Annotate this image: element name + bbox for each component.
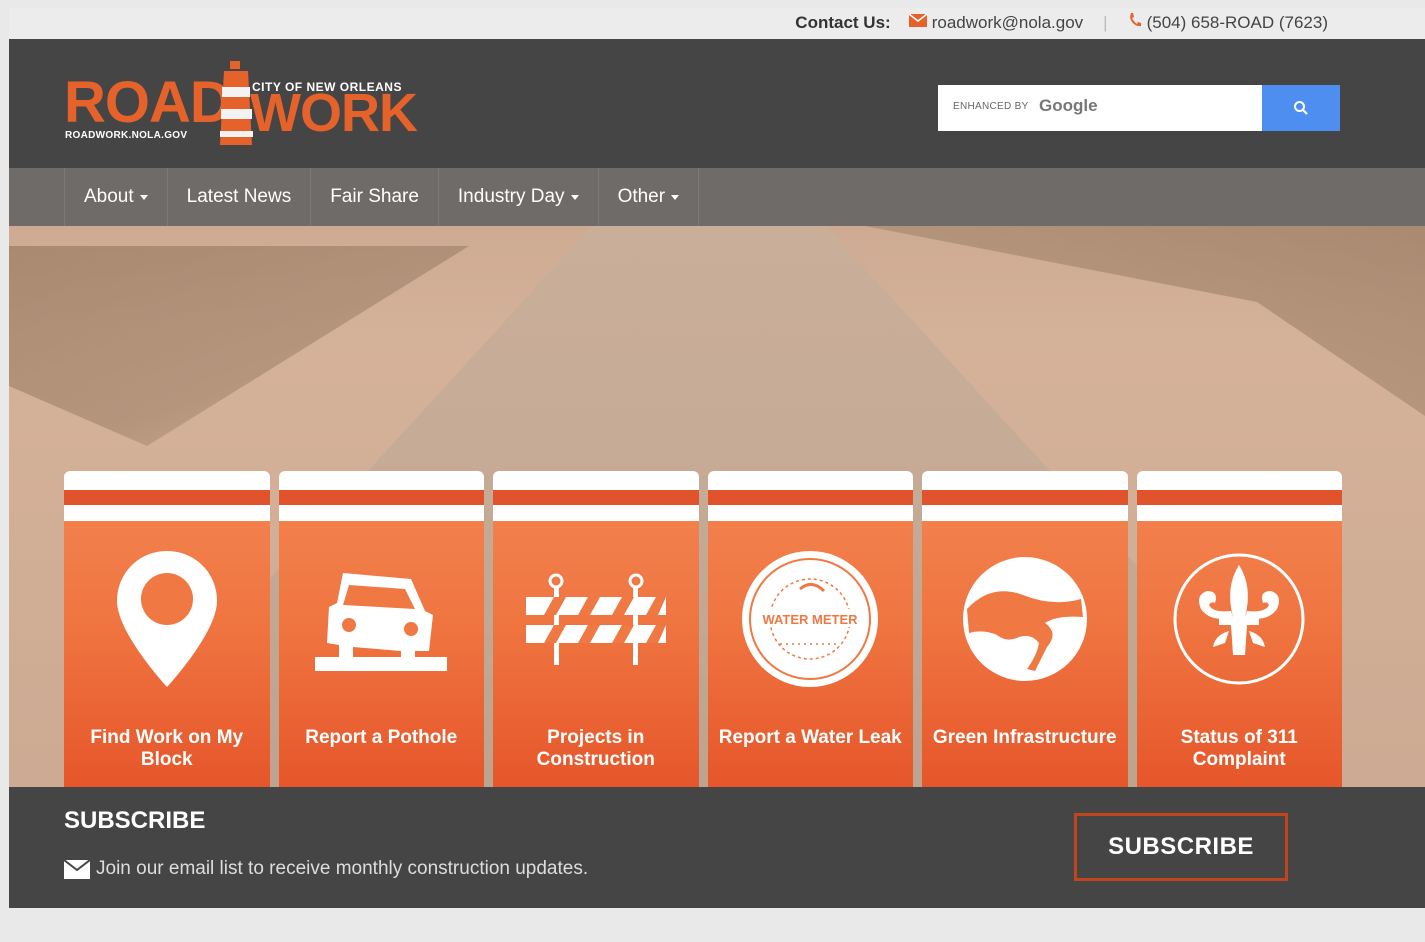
contact-divider: |: [1103, 12, 1108, 32]
tile-stripe: [1136, 490, 1342, 505]
tile-report-pothole[interactable]: Report a Pothole: [278, 471, 484, 787]
tile-stripe: [278, 471, 484, 490]
subscribe-section: SUBSCRIBE Join our email list to receive…: [9, 787, 1425, 908]
tile-stripe: [922, 505, 1128, 521]
tile-stripe: [493, 490, 699, 505]
nav-item-label: Latest News: [186, 186, 292, 207]
subscribe-heading: SUBSCRIBE: [64, 807, 206, 834]
phone-icon: [1128, 12, 1142, 33]
tile-projects-construction[interactable]: Projects in Construction: [493, 471, 699, 787]
tile-label: Report a Pothole: [305, 727, 458, 748]
tile-stripe: [493, 505, 699, 521]
envelope-icon: [908, 12, 928, 32]
contact-bar: Contact Us: roadwork@nola.gov | (504) 65…: [9, 8, 1425, 39]
tile-find-work[interactable]: Find Work on My Block: [64, 471, 270, 787]
car-pothole-icon: [311, 549, 451, 689]
subscribe-text: Join our email list to receive monthly c…: [96, 858, 589, 879]
tile-stripe: [707, 471, 913, 490]
logo-road-text: ROAD: [64, 70, 232, 135]
logo-work-text: WORK: [250, 83, 418, 143]
contact-info: Contact Us: roadwork@nola.gov | (504) 65…: [795, 12, 1328, 33]
quick-links: Find Work on My Block Report a Pothole P…: [64, 471, 1342, 787]
subscribe-button[interactable]: SUBSCRIBE: [1074, 813, 1288, 881]
search-enhanced-label: ENHANCED BY: [953, 101, 1029, 112]
fleur-de-lis-icon: [1169, 549, 1309, 689]
roadwork-logo[interactable]: ROAD CITY OF NEW ORLEANS WORK ROADWORK.N…: [64, 61, 424, 151]
site-header: ROAD CITY OF NEW ORLEANS WORK ROADWORK.N…: [9, 39, 1425, 168]
contact-label: Contact Us:: [795, 12, 891, 32]
main-nav: About Latest News Fair Share Industry Da…: [9, 168, 1425, 226]
nav-item-label: Industry Day: [457, 186, 565, 207]
google-label: Google: [1039, 96, 1098, 115]
tile-stripe: [64, 505, 270, 521]
tile-label: Status of 311 Complaint: [1180, 727, 1298, 770]
map-pin-icon: [97, 549, 237, 689]
barricade-icon: [525, 549, 666, 689]
search-icon: [1294, 101, 1308, 115]
search-button[interactable]: [1262, 85, 1340, 131]
tile-stripe: [707, 505, 913, 521]
water-meter-seal-text: WATER METER: [763, 612, 859, 627]
tile-stripe: [922, 471, 1128, 490]
caret-down-icon: [671, 194, 680, 200]
nav-item-industry-day[interactable]: Industry Day: [439, 168, 599, 226]
nav-item-latest-news[interactable]: Latest News: [168, 168, 312, 226]
tile-stripe: [64, 490, 270, 505]
green-infrastructure-icon: [955, 549, 1095, 689]
logo-url-text: ROADWORK.NOLA.GOV: [65, 130, 188, 141]
tile-label: Projects in Construction: [536, 727, 655, 770]
nav-item-fair-share[interactable]: Fair Share: [311, 168, 439, 226]
water-meter-icon: WATER METER: [740, 549, 880, 689]
tile-label: Report a Water Leak: [718, 727, 902, 748]
tile-report-water-leak[interactable]: WATER METER Report a Water Leak: [707, 471, 913, 787]
tile-green-infrastructure[interactable]: Green Infrastructure: [922, 471, 1128, 787]
tile-label: Green Infrastructure: [932, 727, 1117, 748]
caret-down-icon: [570, 194, 579, 200]
tile-status-311[interactable]: Status of 311 Complaint: [1136, 471, 1342, 787]
contact-email-link[interactable]: roadwork@nola.gov: [932, 13, 1083, 33]
tile-stripe: [64, 471, 270, 490]
nav-item-other[interactable]: Other: [599, 168, 700, 226]
envelope-icon: [64, 859, 90, 879]
nav-item-label: About: [84, 186, 134, 207]
subscribe-description: Join our email list to receive monthly c…: [64, 858, 588, 880]
contact-phone-link[interactable]: (504) 658-ROAD (7623): [1147, 13, 1328, 33]
tile-stripe: [1136, 471, 1342, 490]
tile-stripe: [1136, 505, 1342, 521]
search-input[interactable]: ENHANCED BY Google: [938, 85, 1262, 131]
tile-stripe: [278, 490, 484, 505]
site-search: ENHANCED BY Google: [938, 85, 1340, 131]
hero-background-left: [9, 246, 469, 446]
tile-stripe: [922, 490, 1128, 505]
caret-down-icon: [139, 194, 148, 200]
tile-stripe: [707, 490, 913, 505]
nav-item-about[interactable]: About: [65, 168, 168, 226]
nav-item-label: Other: [617, 186, 666, 207]
nav-item-label: Fair Share: [330, 186, 419, 207]
tile-stripe: [278, 505, 484, 521]
tile-stripe: [493, 471, 699, 490]
tile-label: Find Work on My Block: [90, 727, 244, 770]
